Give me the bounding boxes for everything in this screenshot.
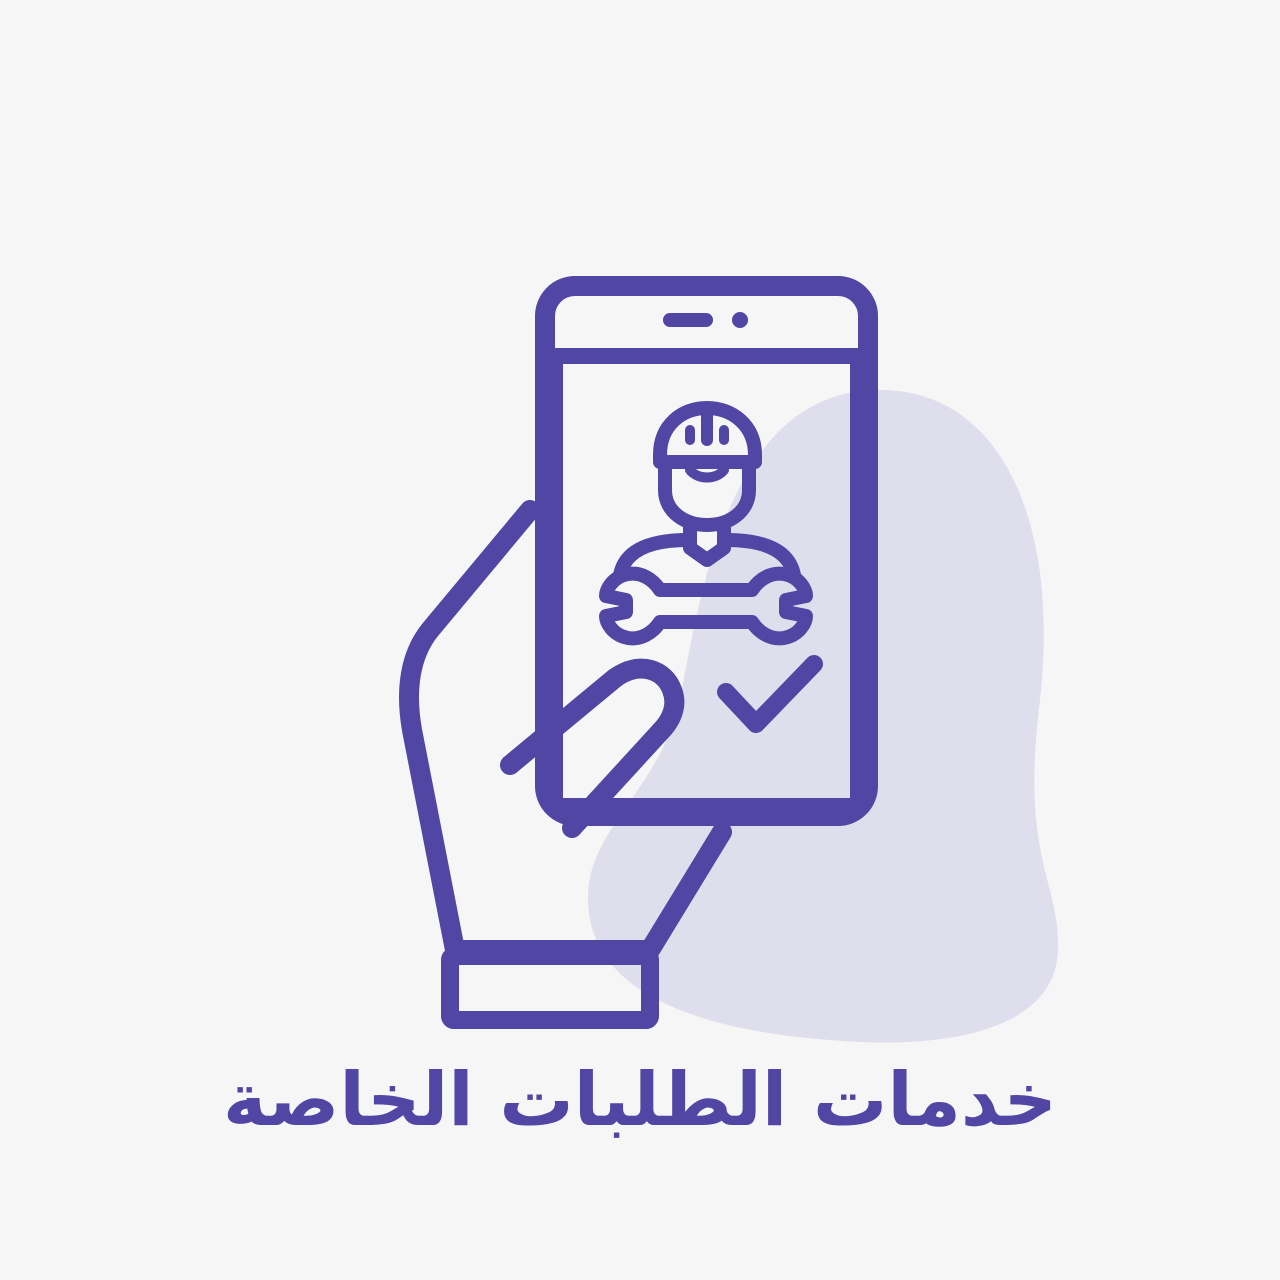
camera-icon [732,312,748,328]
service-title: خدمات الطلبات الخاصة [222,1057,1058,1143]
service-card: خدمات الطلبات الخاصة [0,0,1280,1280]
